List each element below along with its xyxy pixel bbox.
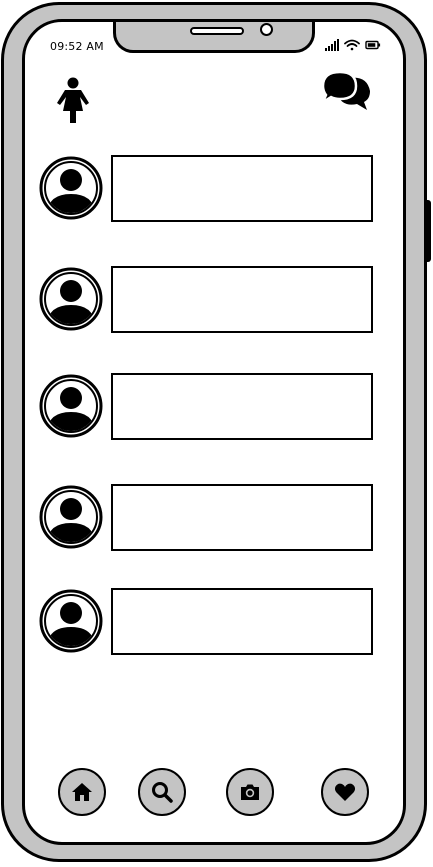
heart-icon — [334, 783, 356, 801]
camera-button[interactable] — [226, 768, 274, 816]
camera-icon — [241, 784, 259, 800]
phone-screen: 09:52 AM — [22, 19, 406, 845]
bottom-nav — [25, 22, 403, 842]
search-icon — [152, 782, 173, 803]
home-icon — [72, 783, 92, 801]
home-button[interactable] — [58, 768, 106, 816]
side-button — [425, 200, 431, 262]
search-button[interactable] — [138, 768, 186, 816]
favorites-button[interactable] — [321, 768, 369, 816]
